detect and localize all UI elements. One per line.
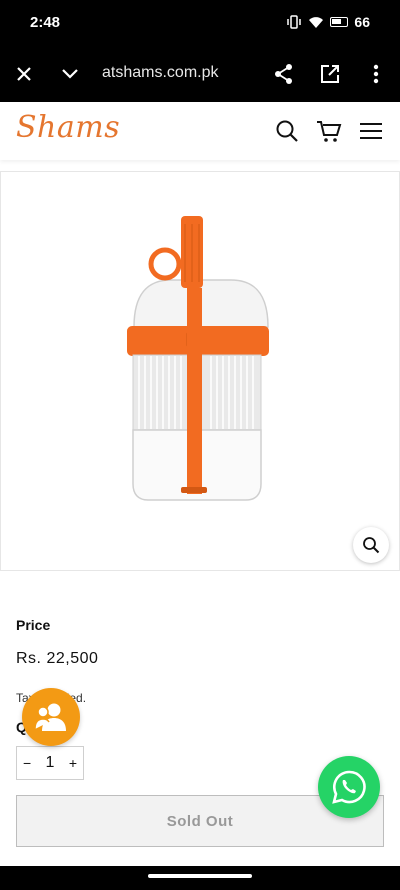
product-image[interactable] bbox=[1, 172, 400, 572]
whatsapp-button[interactable] bbox=[318, 756, 380, 818]
menu-icon[interactable] bbox=[358, 118, 384, 144]
browser-toolbar: atshams.com.pk bbox=[0, 46, 400, 102]
status-time: 2:48 bbox=[30, 14, 61, 31]
cart-icon[interactable] bbox=[316, 118, 342, 144]
quantity-stepper: − 1 + bbox=[16, 746, 84, 780]
vibrate-icon bbox=[287, 15, 302, 29]
close-icon[interactable] bbox=[12, 62, 36, 86]
more-icon[interactable] bbox=[364, 62, 388, 86]
chevron-down-icon[interactable] bbox=[58, 62, 82, 86]
wifi-icon bbox=[309, 16, 324, 28]
quantity-decrease-button[interactable]: − bbox=[23, 755, 31, 771]
battery-level: 66 bbox=[354, 14, 370, 30]
price-label: Price bbox=[16, 617, 51, 633]
search-icon[interactable] bbox=[274, 118, 300, 144]
quantity-increase-button[interactable]: + bbox=[69, 755, 77, 771]
whatsapp-icon bbox=[332, 770, 366, 804]
contact-button[interactable] bbox=[22, 688, 80, 746]
home-indicator[interactable] bbox=[148, 874, 252, 878]
quantity-value[interactable]: 1 bbox=[46, 754, 55, 772]
status-icons: 66 bbox=[286, 14, 370, 30]
system-nav-bar bbox=[0, 866, 400, 890]
site-logo[interactable]: Shams bbox=[16, 110, 120, 145]
price-value: Rs. 22,500 bbox=[16, 650, 99, 667]
product-gallery[interactable] bbox=[0, 171, 400, 571]
contact-icon bbox=[34, 703, 66, 731]
address-bar[interactable]: atshams.com.pk bbox=[102, 64, 218, 82]
share-icon[interactable] bbox=[272, 62, 296, 86]
zoom-button[interactable] bbox=[353, 527, 389, 563]
site-header: Shams bbox=[0, 102, 400, 160]
zoom-icon bbox=[363, 537, 380, 554]
battery-icon bbox=[330, 17, 349, 27]
open-external-icon[interactable] bbox=[318, 62, 342, 86]
status-bar: 2:48 66 bbox=[0, 0, 400, 46]
